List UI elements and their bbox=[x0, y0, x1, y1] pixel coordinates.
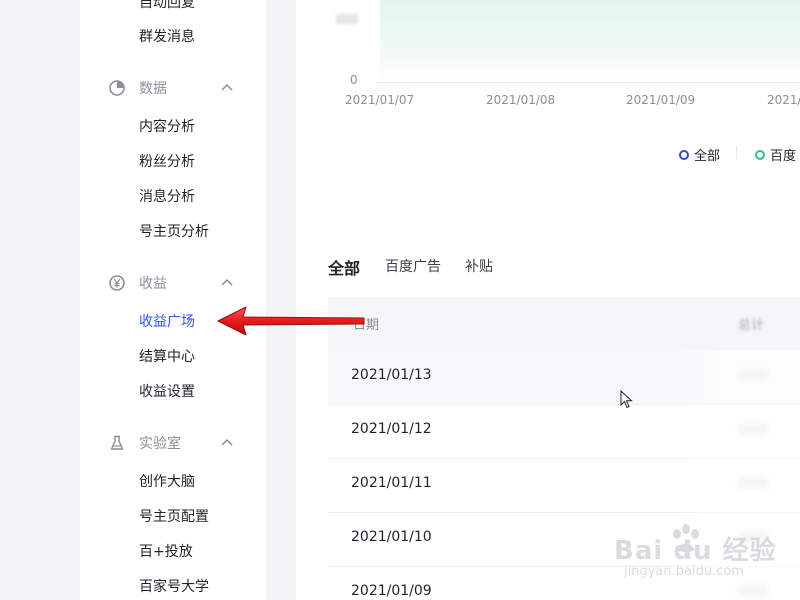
chevron-up-icon bbox=[221, 83, 233, 91]
sidebar-group-label: 收益 bbox=[139, 276, 167, 292]
tab-all[interactable]: 全部 bbox=[328, 255, 360, 279]
y-axis-label-zero: 0 bbox=[350, 73, 358, 87]
legend-marker bbox=[755, 149, 765, 160]
sidebar-item-settlement-center[interactable]: 结算中心 bbox=[139, 347, 195, 367]
sidebar-item-baijia-university[interactable]: 百家号大学 bbox=[139, 577, 209, 597]
sidebar-group-revenue[interactable]: 收益 bbox=[108, 272, 238, 294]
x-axis-tick: 2021/01/08 bbox=[486, 93, 556, 107]
legend-divider bbox=[736, 146, 737, 160]
legend-label: 百度 bbox=[770, 149, 797, 164]
x-axis-tick: 2021/ bbox=[767, 93, 800, 107]
sidebar-item-message-analysis[interactable]: 消息分析 bbox=[139, 187, 195, 207]
row-date: 2021/01/10 bbox=[351, 529, 432, 545]
sidebar-group-data[interactable]: 数据 bbox=[108, 77, 238, 99]
sidebar-item-content-analysis[interactable]: 内容分析 bbox=[139, 117, 195, 137]
sidebar-item-homepage-config[interactable]: 号主页配置 bbox=[139, 507, 209, 527]
x-axis-tick: 2021/01/07 bbox=[345, 93, 415, 107]
mouse-cursor-icon bbox=[620, 390, 633, 409]
sidebar-item-homepage-analysis[interactable]: 号主页分析 bbox=[139, 222, 209, 242]
x-axis-tick: 2021/01/09 bbox=[626, 93, 696, 107]
annotation-arrow-icon bbox=[217, 306, 365, 336]
row-date: 2021/01/09 bbox=[351, 583, 432, 599]
y-axis-label-blurred bbox=[336, 14, 358, 24]
sidebar-item-creative-brain[interactable]: 创作大脑 bbox=[139, 472, 195, 492]
row-date: 2021/01/13 bbox=[351, 367, 432, 383]
watermark-url: jingyan.baidu.com bbox=[624, 564, 744, 579]
legend-item-all[interactable]: 全部 bbox=[679, 145, 720, 164]
tab-subsidy[interactable]: 补贴 bbox=[465, 256, 493, 276]
row-date: 2021/01/11 bbox=[351, 475, 432, 491]
chart-area-fill bbox=[380, 0, 800, 82]
sidebar-item-fans-analysis[interactable]: 粉丝分析 bbox=[139, 152, 195, 172]
sidebar-group-label: 实验室 bbox=[139, 436, 181, 452]
legend-marker bbox=[679, 149, 689, 160]
watermark-brand: Bai du 经验 bbox=[614, 536, 777, 566]
sidebar-item-baijia-delivery[interactable]: 百+投放 bbox=[139, 542, 193, 562]
sidebar-group-label: 数据 bbox=[139, 81, 167, 97]
main-panel: 0 2021/01/07 2021/01/08 2021/01/09 2021/… bbox=[296, 0, 800, 600]
tab-baidu-ads[interactable]: 百度广告 bbox=[385, 256, 441, 276]
sidebar-item-revenue-settings[interactable]: 收益设置 bbox=[139, 382, 195, 402]
table-header: 日期 总计 bbox=[328, 297, 800, 351]
sidebar-group-lab[interactable]: 实验室 bbox=[108, 432, 238, 454]
row-date: 2021/01/12 bbox=[351, 421, 432, 437]
legend-item-baidu[interactable]: 百度 bbox=[755, 145, 796, 164]
sidebar-item-broadcast[interactable]: 群发消息 bbox=[139, 27, 195, 47]
flask-icon bbox=[110, 435, 124, 450]
chart-baseline bbox=[376, 82, 800, 83]
sidebar-item-revenue-square[interactable]: 收益广场 bbox=[139, 312, 195, 332]
sidebar: 自动回复 群发消息 数据 内容分析 粉丝分析 消息分析 号主页分析 收益 收益广… bbox=[80, 0, 266, 600]
column-header-total: 总计 bbox=[738, 318, 765, 333]
sidebar-item-auto-reply[interactable]: 自动回复 bbox=[139, 0, 195, 13]
yen-circle-icon bbox=[109, 275, 125, 291]
pie-chart-icon bbox=[109, 80, 125, 96]
chevron-up-icon bbox=[221, 438, 233, 446]
chevron-up-icon bbox=[221, 278, 233, 286]
watermark: Bai du 经验 jingyan.baidu.com bbox=[614, 524, 794, 586]
legend-label: 全部 bbox=[694, 149, 721, 164]
